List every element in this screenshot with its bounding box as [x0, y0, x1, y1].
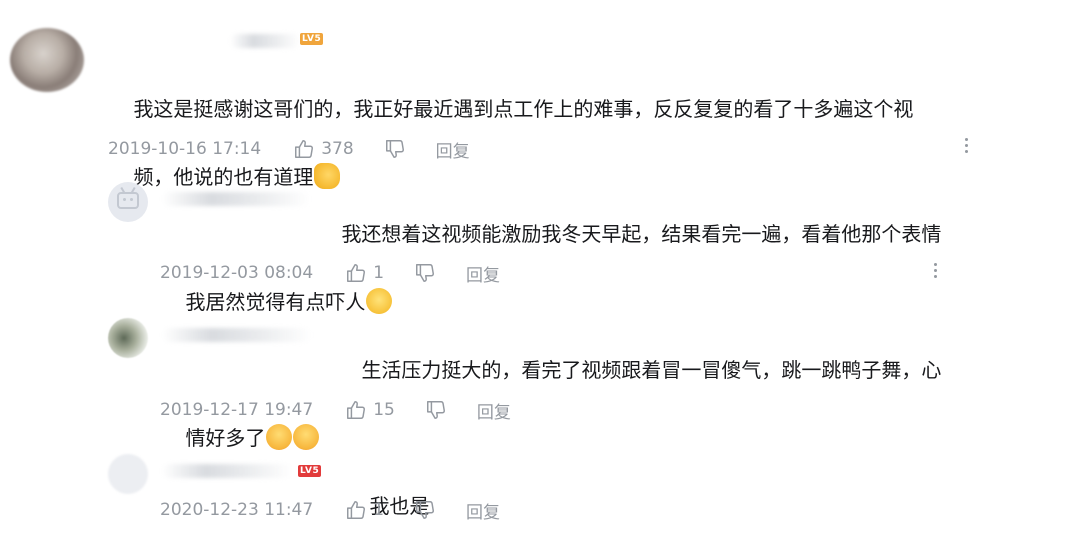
thumb-down-icon [426, 401, 445, 419]
more-options-icon[interactable] [956, 133, 976, 157]
like-count: 378 [321, 139, 354, 159]
avatar[interactable] [108, 454, 148, 494]
like-button[interactable]: 1 [345, 262, 384, 284]
thumb-down-icon [416, 501, 435, 519]
thumb-up-icon [347, 264, 366, 282]
thumb-up-icon [347, 501, 366, 519]
like-count: 1 [373, 500, 385, 520]
thumb-up-icon [347, 401, 366, 419]
reply-date: 2020-12-23 11:47 [160, 500, 314, 520]
dislike-button[interactable] [384, 138, 406, 160]
avatar[interactable] [108, 318, 148, 358]
reply-button[interactable]: 回复 [466, 498, 500, 523]
like-count: 1 [373, 263, 385, 283]
like-button[interactable]: 378 [293, 138, 354, 160]
avatar[interactable] [108, 182, 148, 222]
like-button[interactable]: 1 [345, 499, 384, 521]
surprised-emoji-icon [266, 424, 293, 450]
surprised-emoji-icon [293, 424, 320, 450]
reply-button[interactable]: 回复 [466, 261, 500, 286]
reply-text-line1: 我还想着这视频能激励我冬天早起，结果看完一遍，看着他那个表情 [341, 222, 942, 246]
dislike-button[interactable] [414, 262, 436, 284]
reply-meta: 2020-12-23 11:47 1 回复 [160, 498, 500, 523]
comment-date: 2019-10-16 17:14 [108, 139, 262, 159]
reply-meta: 2019-12-03 08:04 1 回复 [160, 261, 500, 286]
reply-date: 2019-12-17 19:47 [160, 400, 314, 420]
thumb-down-icon [416, 264, 435, 282]
level-badge: LV5 [298, 465, 322, 477]
dislike-button[interactable] [414, 499, 436, 521]
reply-text-line2: 我居然觉得有点吓人 [185, 290, 366, 314]
username-blurred[interactable] [162, 464, 292, 478]
like-count: 15 [373, 400, 395, 420]
thumb-down-icon [385, 140, 404, 158]
comment-text-line1: 我这是挺感谢这哥们的，我正好最近遇到点工作上的难事，反反复复的看了十多遍这个视 [133, 97, 914, 121]
reply-date: 2019-12-03 08:04 [160, 263, 314, 283]
reply-text-line2: 情好多了 [185, 426, 266, 450]
avatar[interactable] [10, 28, 84, 92]
more-options-icon[interactable] [925, 258, 945, 282]
thumb-up-icon [295, 140, 314, 158]
level-badge: LV5 [300, 33, 324, 45]
reply-meta: 2019-12-17 19:47 15 回复 [160, 398, 511, 423]
reply-button[interactable]: 回复 [477, 398, 511, 423]
like-button[interactable]: 15 [345, 399, 395, 421]
username-blurred[interactable] [230, 34, 300, 48]
reply-text-line1: 生活压力挺大的，看完了视频跟着冒一冒傻气，跳一跳鸭子舞，心 [361, 358, 942, 382]
crying-laughing-emoji-icon [366, 288, 393, 314]
comment-meta: 2019-10-16 17:14 378 回复 [108, 137, 470, 162]
reply-button[interactable]: 回复 [436, 137, 470, 162]
default-avatar-icon [117, 192, 139, 209]
dislike-button[interactable] [425, 399, 447, 421]
